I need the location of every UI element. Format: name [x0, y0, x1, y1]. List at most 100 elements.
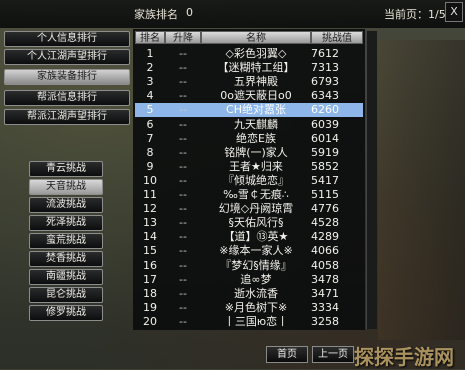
rank-cell: 15 — [143, 244, 157, 258]
challenge-button[interactable]: 修罗挑战 — [29, 305, 103, 321]
table-row[interactable]: 6 -- 九天麒麟 6039 — [135, 118, 363, 132]
table-row[interactable]: 4 -- 0o遮天蔽日o0 6343 — [135, 89, 363, 103]
table-row[interactable]: 12 -- 幻境◇丹阙琼霄 4776 — [135, 202, 363, 216]
table-scrollbar[interactable] — [366, 31, 377, 329]
score-cell: 6014 — [311, 131, 339, 145]
score-cell: 5852 — [311, 159, 339, 173]
rank-cell: 3 — [146, 75, 154, 89]
first-page-button[interactable]: 首页 — [266, 346, 308, 363]
challenge-button[interactable]: 青云挑战 — [29, 161, 103, 177]
rank-cell: 18 — [143, 286, 157, 300]
name-cell: ◇彩色羽翼◇ — [225, 47, 287, 60]
table-row[interactable]: 17 -- 追∞梦 3478 — [135, 273, 363, 287]
name-cell: 王者★归来 — [229, 159, 283, 173]
table-row[interactable]: 5 -- CH绝对嚣张 6260 — [135, 103, 363, 118]
ranking-category-button[interactable]: 帮派信息排行 — [4, 90, 130, 106]
change-cell: -- — [179, 272, 187, 286]
column-header-name[interactable]: 名称 — [201, 31, 311, 44]
score-cell: 5115 — [311, 188, 339, 201]
column-header-rank[interactable]: 排名 — [135, 31, 165, 44]
change-cell: -- — [179, 89, 187, 103]
rank-cell: 8 — [146, 145, 154, 159]
rank-cell: 1 — [146, 47, 154, 60]
table-row[interactable]: 16 -- 『梦幻§情缘』 4058 — [135, 259, 363, 273]
ranking-category-button[interactable]: 个人信息排行 — [4, 31, 130, 47]
challenge-button[interactable]: 焚香挑战 — [29, 251, 103, 267]
score-cell: 3471 — [311, 286, 339, 300]
table-row[interactable]: 18 -- 逝水流香 3471 — [135, 287, 363, 301]
close-button[interactable]: X — [445, 2, 463, 22]
table-row[interactable]: 15 -- ※缘本一家人※ 4066 — [135, 244, 363, 258]
table-row[interactable]: 7 -- 绝恋E族 6014 — [135, 132, 363, 146]
table-row[interactable]: 13 -- §天佑风行§ 4528 — [135, 216, 363, 230]
rank-cell: 4 — [146, 89, 154, 103]
score-cell: 3258 — [311, 314, 339, 328]
change-cell: -- — [179, 314, 187, 328]
change-cell: -- — [179, 103, 187, 117]
change-cell: -- — [179, 286, 187, 300]
family-rank-label: 家族排名 — [134, 8, 178, 21]
change-cell: -- — [179, 244, 187, 258]
score-cell: 4289 — [311, 230, 339, 244]
challenge-button[interactable]: 天音挑战 — [29, 179, 103, 195]
ranking-table-header: 排名 升降 名称 挑战值 — [135, 31, 363, 44]
table-row[interactable]: 19 -- ※月色树下※ 3334 — [135, 301, 363, 315]
rank-cell: 17 — [143, 272, 157, 286]
rank-cell: 12 — [143, 202, 157, 216]
change-cell: -- — [179, 117, 187, 131]
column-header-change[interactable]: 升降 — [165, 31, 201, 44]
challenge-button[interactable]: 死泽挑战 — [29, 215, 103, 231]
table-row[interactable]: 8 -- 铭牌(一)家人 5919 — [135, 146, 363, 160]
background-scenery — [378, 40, 465, 340]
change-cell: -- — [179, 47, 187, 60]
change-cell: -- — [179, 300, 187, 314]
change-cell: -- — [179, 75, 187, 89]
challenge-button[interactable]: 蛮荒挑战 — [29, 233, 103, 249]
column-header-score[interactable]: 挑战值 — [311, 31, 363, 44]
table-row[interactable]: 2 -- 【迷糊特工组】 7313 — [135, 61, 363, 75]
table-row[interactable]: 10 -- 『倾城绝恋』 5417 — [135, 174, 363, 188]
challenge-button[interactable]: 流波挑战 — [29, 197, 103, 213]
score-cell: 3478 — [311, 272, 339, 286]
name-cell: §天佑风行§ — [228, 216, 284, 230]
change-cell: -- — [179, 258, 187, 272]
rank-cell: 10 — [143, 173, 157, 187]
change-cell: -- — [179, 230, 187, 244]
name-cell: 逝水流香 — [234, 286, 278, 300]
table-row[interactable]: 3 -- 五界神殿 6793 — [135, 75, 363, 89]
table-row[interactable]: 9 -- 王者★归来 5852 — [135, 160, 363, 174]
table-row[interactable]: 11 -- ‰雪￠无痕∴ 5115 — [135, 188, 363, 202]
change-cell: -- — [179, 145, 187, 159]
name-cell: 五界神殿 — [234, 75, 278, 89]
score-cell: 4066 — [311, 244, 339, 258]
ranking-category-button[interactable]: 帮派江湖声望排行 — [4, 109, 130, 125]
table-row[interactable]: 14 -- 【道】⑬英★ 4289 — [135, 230, 363, 244]
challenge-button[interactable]: 昆仑挑战 — [29, 287, 103, 303]
score-cell: 5417 — [311, 173, 339, 187]
ranking-category-button[interactable]: 家族装备排行 — [4, 69, 130, 85]
score-cell: 4058 — [311, 258, 339, 272]
change-cell: -- — [179, 61, 187, 75]
previous-page-button[interactable]: 上一页 — [312, 346, 354, 363]
name-cell: 0o遮天蔽日o0 — [220, 89, 292, 103]
change-cell: -- — [179, 188, 187, 201]
score-cell: 7313 — [311, 61, 339, 75]
challenge-button[interactable]: 南疆挑战 — [29, 269, 103, 285]
name-cell: 绝恋E族 — [236, 131, 276, 145]
table-row[interactable]: 20 -- 丨三国ю恋丨 3258 — [135, 315, 363, 329]
score-cell: 6260 — [311, 103, 339, 117]
table-row[interactable]: 1 -- ◇彩色羽翼◇ 7612 — [135, 47, 363, 61]
score-cell: 4776 — [311, 202, 339, 216]
score-cell: 7612 — [311, 47, 339, 60]
score-cell: 5919 — [311, 145, 339, 159]
rank-cell: 13 — [143, 216, 157, 230]
change-cell: -- — [179, 131, 187, 145]
name-cell: 幻境◇丹阙琼霄 — [218, 202, 294, 216]
ranking-category-button[interactable]: 个人江湖声望排行 — [4, 49, 130, 65]
page-indicator: 当前页：1/5 — [384, 8, 446, 21]
rank-cell: 2 — [146, 61, 154, 75]
score-cell: 6343 — [311, 89, 339, 103]
rank-cell: 5 — [146, 103, 154, 117]
rank-cell: 7 — [146, 131, 154, 145]
change-cell: -- — [179, 173, 187, 187]
